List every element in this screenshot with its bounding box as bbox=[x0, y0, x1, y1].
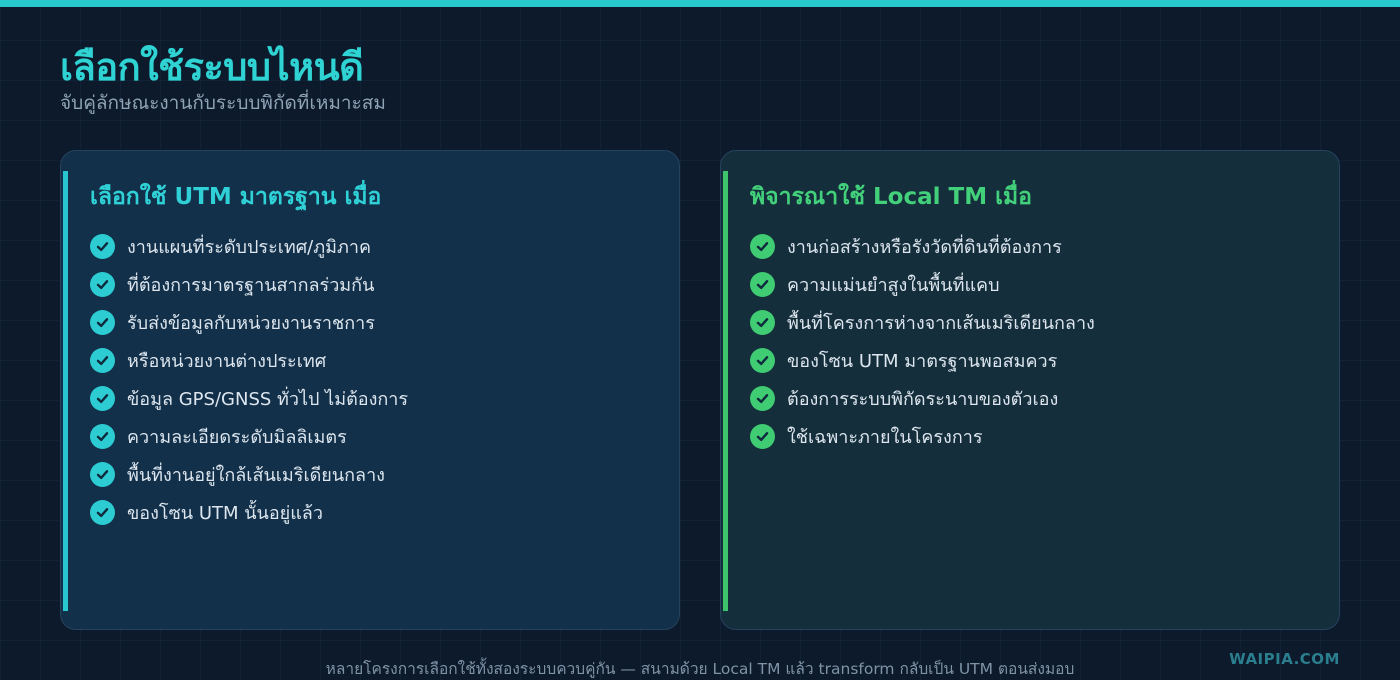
list-item: งานแผนที่ระดับประเทศ/ภูมิภาค bbox=[90, 227, 408, 265]
list-item-text: ที่ต้องการมาตรฐานสากลร่วมกัน bbox=[127, 274, 375, 296]
check-circle-icon bbox=[90, 347, 115, 373]
card-title: เลือกใช้ UTM มาตรฐาน เมื่อ bbox=[90, 184, 382, 210]
list-item: หรือหน่วยงานต่างประเทศ bbox=[90, 341, 408, 379]
list-item: ที่ต้องการมาตรฐานสากลร่วมกัน bbox=[90, 265, 408, 303]
list-item-text: รับส่งข้อมูลกับหน่วยงานราชการ bbox=[127, 312, 375, 334]
footer-note: หลายโครงการเลือกใช้ทั้งสองระบบควบคู่กัน … bbox=[325, 660, 1075, 678]
list-item: ต้องการระบบพิกัดระนาบของตัวเอง bbox=[750, 379, 1095, 417]
list-item-text: ข้อมูล GPS/GNSS ทั่วไป ไม่ต้องการ bbox=[127, 388, 409, 410]
criteria-list: งานแผนที่ระดับประเทศ/ภูมิภาคที่ต้องการมา… bbox=[90, 227, 408, 531]
list-item-text: งานก่อสร้างหรือรังวัดที่ดินที่ต้องการ bbox=[787, 236, 1062, 258]
list-item-text: ความแม่นยำสูงในพื้นที่แคบ bbox=[787, 274, 1000, 296]
top-accent-bar bbox=[0, 0, 1400, 7]
check-circle-icon bbox=[90, 385, 115, 411]
list-item-text: พื้นที่โครงการห่างจากเส้นเมริเดียนกลาง bbox=[787, 312, 1095, 334]
check-circle-icon bbox=[90, 309, 115, 335]
list-item-text: งานแผนที่ระดับประเทศ/ภูมิภาค bbox=[127, 236, 371, 258]
list-item-text: ความละเอียดระดับมิลลิเมตร bbox=[127, 426, 347, 448]
list-item: พื้นที่โครงการห่างจากเส้นเมริเดียนกลาง bbox=[750, 303, 1095, 341]
check-circle-icon bbox=[90, 423, 115, 449]
list-item: ของโซน UTM มาตรฐานพอสมควร bbox=[750, 341, 1095, 379]
check-circle-icon bbox=[750, 423, 775, 449]
list-item: พื้นที่งานอยู่ใกล้เส้นเมริเดียนกลาง bbox=[90, 455, 408, 493]
check-circle-icon bbox=[90, 499, 115, 525]
check-circle-icon bbox=[750, 347, 775, 373]
list-item: รับส่งข้อมูลกับหน่วยงานราชการ bbox=[90, 303, 408, 341]
local-tm-card: พิจารณาใช้ Local TM เมื่อ งานก่อสร้างหรื… bbox=[720, 150, 1340, 630]
list-item-text: ต้องการระบบพิกัดระนาบของตัวเอง bbox=[787, 388, 1059, 410]
page-subtitle: จับคู่ลักษณะงานกับระบบพิกัดที่เหมาะสม bbox=[60, 92, 386, 114]
list-item-text: ของโซน UTM มาตรฐานพอสมควร bbox=[787, 350, 1058, 372]
list-item: ความแม่นยำสูงในพื้นที่แคบ bbox=[750, 265, 1095, 303]
list-item: ข้อมูล GPS/GNSS ทั่วไป ไม่ต้องการ bbox=[90, 379, 408, 417]
check-circle-icon bbox=[90, 461, 115, 487]
check-circle-icon bbox=[90, 233, 115, 259]
check-circle-icon bbox=[750, 385, 775, 411]
card-accent-bar bbox=[63, 171, 68, 611]
list-item-text: พื้นที่งานอยู่ใกล้เส้นเมริเดียนกลาง bbox=[127, 464, 385, 486]
card-accent-bar bbox=[723, 171, 728, 611]
list-item: ของโซน UTM นั้นอยู่แล้ว bbox=[90, 493, 408, 531]
utm-standard-card: เลือกใช้ UTM มาตรฐาน เมื่อ งานแผนที่ระดั… bbox=[60, 150, 680, 630]
list-item: ใช้เฉพาะภายในโครงการ bbox=[750, 417, 1095, 455]
brand-logo-text: WAIPIA.COM bbox=[1229, 650, 1340, 668]
card-title: พิจารณาใช้ Local TM เมื่อ bbox=[750, 184, 1032, 210]
list-item-text: ใช้เฉพาะภายในโครงการ bbox=[787, 426, 983, 448]
check-circle-icon bbox=[750, 309, 775, 335]
check-circle-icon bbox=[750, 233, 775, 259]
list-item-text: หรือหน่วยงานต่างประเทศ bbox=[127, 350, 327, 372]
list-item: งานก่อสร้างหรือรังวัดที่ดินที่ต้องการ bbox=[750, 227, 1095, 265]
list-item-text: ของโซน UTM นั้นอยู่แล้ว bbox=[127, 502, 323, 524]
criteria-list: งานก่อสร้างหรือรังวัดที่ดินที่ต้องการควา… bbox=[750, 227, 1095, 455]
check-circle-icon bbox=[750, 271, 775, 297]
list-item: ความละเอียดระดับมิลลิเมตร bbox=[90, 417, 408, 455]
check-circle-icon bbox=[90, 271, 115, 297]
